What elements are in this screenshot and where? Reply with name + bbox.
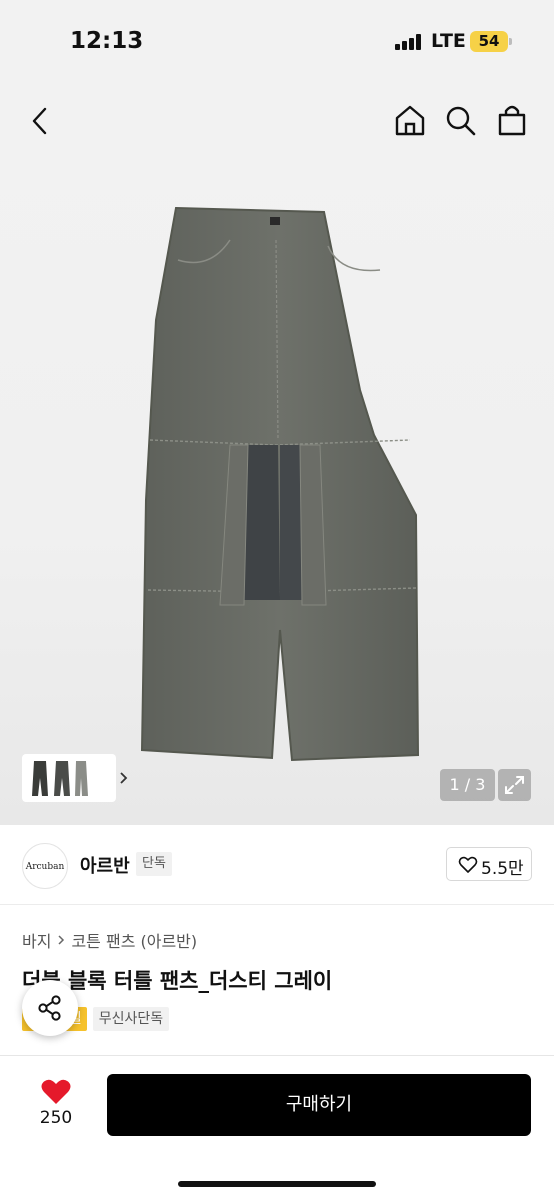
thumbnail-images[interactable] [26, 758, 94, 798]
brand-row: Arcuban 아르반 단독 5.5만 [0, 825, 554, 905]
expand-button[interactable] [498, 769, 531, 801]
exclusive-tag: 무신사단독 [92, 1007, 170, 1031]
heart-outline-icon [458, 856, 478, 873]
chevron-left-icon[interactable] [24, 102, 56, 140]
thumbnail-strip[interactable] [22, 754, 128, 802]
buy-button[interactable]: 구매하기 [107, 1074, 531, 1136]
brand-like-button[interactable]: 5.5만 [446, 847, 532, 881]
brand-like-count: 5.5만 [481, 859, 524, 879]
home-indicator [178, 1181, 376, 1187]
product-image [140, 206, 420, 762]
breadcrumb: 바지 코튼 팬츠 (아르반) [22, 928, 197, 952]
signal-icon [395, 34, 423, 50]
share-icon [38, 995, 61, 1021]
network-label: LTE [431, 30, 466, 52]
status-time: 12:13 [70, 28, 144, 54]
expand-icon [505, 776, 524, 794]
brand-logo[interactable]: Arcuban [22, 843, 68, 889]
product-gallery[interactable]: 1 / 3 [0, 80, 554, 825]
wish-count: 250 [39, 1108, 73, 1128]
heart-icon [41, 1079, 71, 1104]
chevron-right-icon[interactable] [119, 771, 129, 785]
wish-button[interactable]: 250 [30, 1074, 82, 1134]
brand-name[interactable]: 아르반 [80, 852, 130, 878]
battery-icon: 54 [470, 31, 508, 52]
share-button[interactable] [22, 980, 78, 1036]
chevron-right-icon [58, 935, 65, 945]
battery-tip [509, 38, 512, 45]
home-icon[interactable] [392, 100, 428, 140]
image-counter: 1 / 3 [440, 769, 495, 801]
exclusive-badge: 단독 [136, 852, 172, 876]
breadcrumb-subcategory[interactable]: 코튼 팬츠 (아르반) [71, 928, 197, 952]
bottom-action-bar: 250 구매하기 [0, 1055, 554, 1200]
shopping-bag-icon[interactable] [494, 100, 530, 140]
search-icon[interactable] [442, 100, 478, 140]
breadcrumb-category[interactable]: 바지 [22, 928, 51, 952]
status-bar: 12:13 LTE 54 [0, 0, 554, 80]
